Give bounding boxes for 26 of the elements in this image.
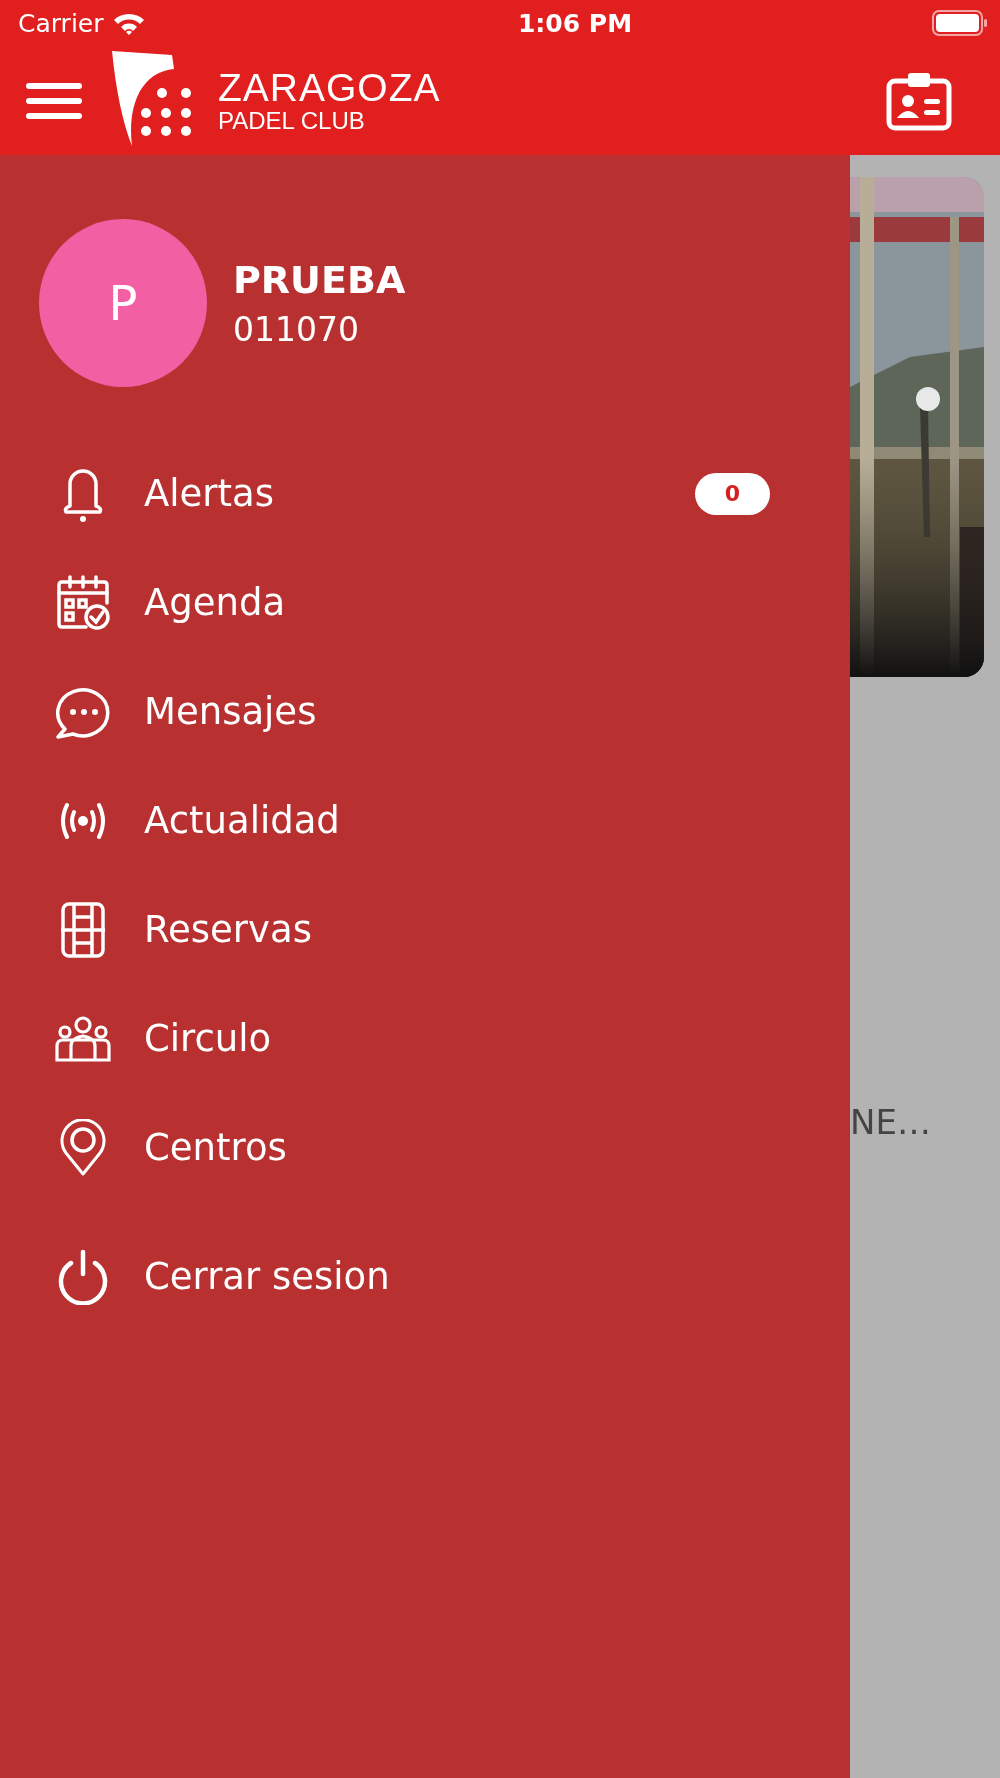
menu-item[interactable]: Centros: [0, 1093, 850, 1202]
menu-item[interactable]: Mensajes: [0, 657, 850, 766]
menu-item[interactable]: Actualidad: [0, 766, 850, 875]
carrier-name: Carrier: [18, 8, 104, 38]
id-card-icon[interactable]: [886, 70, 952, 131]
card-title: NE…: [850, 1102, 932, 1142]
broadcast-icon: [58, 800, 108, 841]
menu-item[interactable]: Alertas 0: [0, 439, 850, 548]
logo-subtitle: PADEL CLUB: [218, 109, 366, 133]
count-badge: 0: [695, 472, 770, 515]
location-pin-icon: [60, 1118, 106, 1177]
battery-icon: [932, 10, 988, 36]
calendar-icon: [56, 574, 110, 631]
logo-title: ZARAGOZA: [218, 68, 441, 107]
menu-item[interactable]: Circulo: [0, 984, 850, 1093]
menu-item[interactable]: Cerrar sesion: [0, 1222, 850, 1331]
member-number: 011070: [233, 309, 360, 349]
menu-item[interactable]: Agenda: [0, 548, 850, 657]
status-time: 1:06 PM: [517, 8, 633, 38]
user-name: PRUEBA: [233, 257, 406, 302]
menu-icon[interactable]: [26, 80, 82, 121]
group-icon: [55, 1015, 111, 1062]
power-icon: [56, 1248, 110, 1305]
court-icon: [60, 901, 106, 958]
avatar: P: [39, 219, 207, 387]
menu-item[interactable]: Reservas: [0, 875, 850, 984]
